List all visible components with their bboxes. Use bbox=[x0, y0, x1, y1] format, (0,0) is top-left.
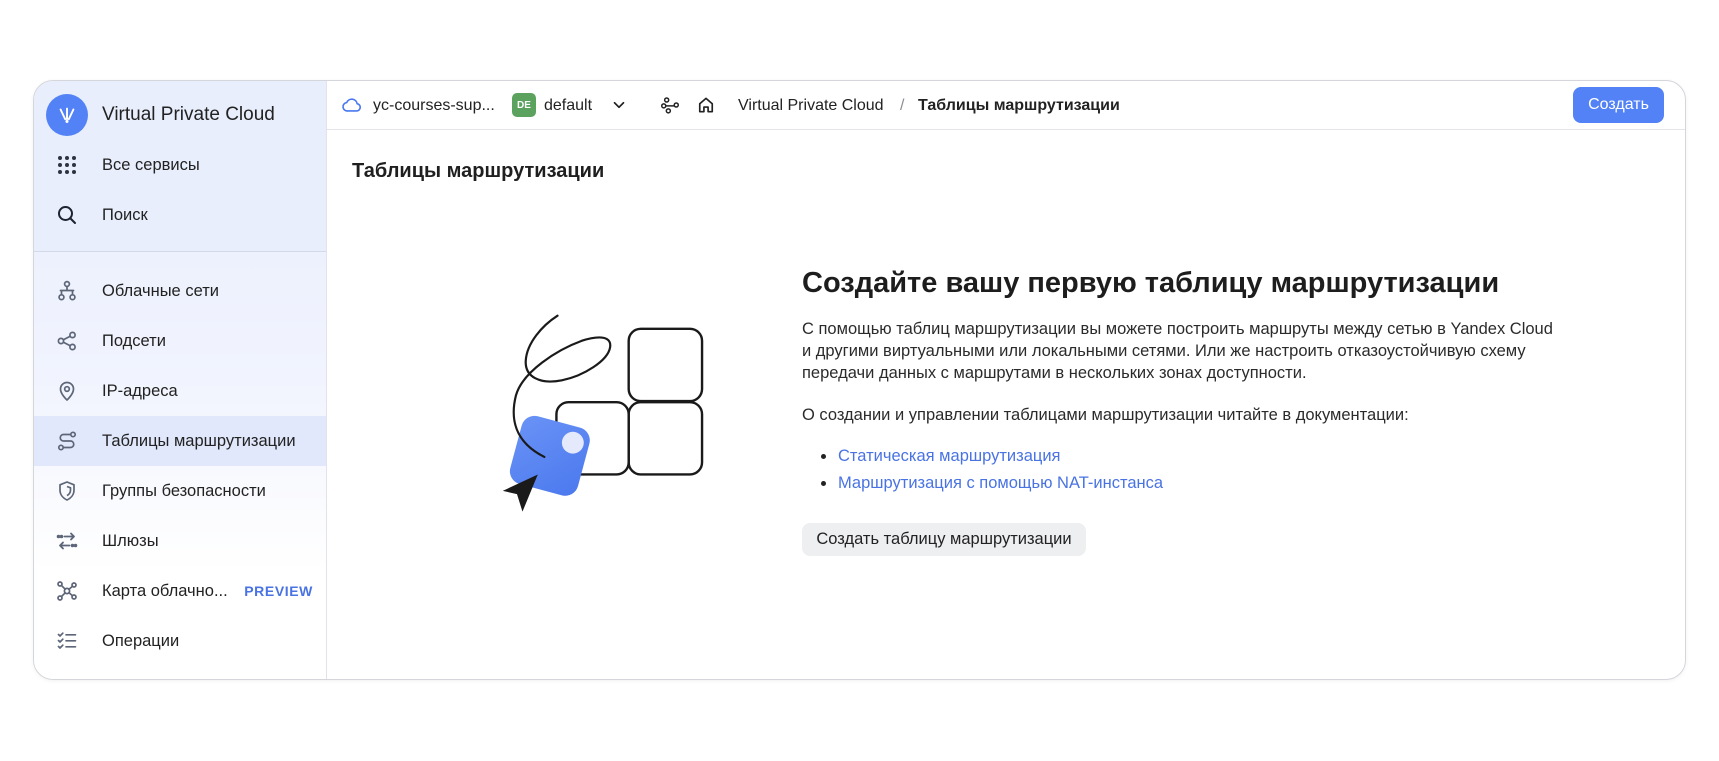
docs-intro: О создании и управлении таблицами маршру… bbox=[802, 406, 1409, 424]
nat-instance-routing-link[interactable]: Маршрутизация с помощью NAT-инстанса bbox=[838, 474, 1163, 492]
description-line: передачи данных с маршрутами в нескольки… bbox=[802, 364, 1307, 382]
cloud-map-icon bbox=[55, 579, 79, 603]
sidebar-item-gateways[interactable]: Шлюзы bbox=[34, 516, 326, 566]
sidebar-item-label: Карта облачно... bbox=[102, 581, 228, 600]
preview-badge: PREVIEW bbox=[244, 583, 313, 599]
empty-routing-illustration bbox=[502, 314, 704, 512]
sidebar-search[interactable]: Поиск bbox=[34, 190, 326, 240]
sidebar-service-header[interactable]: Virtual Private Cloud bbox=[34, 90, 326, 140]
sidebar-item-label: Облачные сети bbox=[102, 281, 219, 300]
create-route-table-button[interactable]: Создать таблицу маршрутизации bbox=[802, 523, 1086, 556]
sidebar-item-route-tables[interactable]: Таблицы маршрутизации bbox=[34, 416, 326, 466]
sidebar-item-label: Подсети bbox=[102, 331, 166, 350]
shield-icon bbox=[55, 479, 79, 503]
sidebar: Virtual Private Cloud Все сервисы Поиск bbox=[34, 81, 327, 679]
network-icon[interactable] bbox=[660, 95, 680, 115]
bullet bbox=[821, 454, 826, 459]
sidebar-all-services[interactable]: Все сервисы bbox=[34, 140, 326, 190]
home-icon[interactable] bbox=[696, 95, 716, 115]
vpc-logo-icon bbox=[46, 94, 88, 136]
sidebar-item-security-groups[interactable]: Группы безопасности bbox=[34, 466, 326, 516]
ip-address-icon bbox=[55, 379, 79, 403]
service-title: Virtual Private Cloud bbox=[102, 104, 275, 125]
cloud-selector[interactable]: yc-courses-sup... bbox=[373, 81, 495, 130]
cloud-icon[interactable] bbox=[341, 94, 363, 116]
sidebar-item-subnets[interactable]: Подсети bbox=[34, 316, 326, 366]
search-icon bbox=[55, 203, 79, 227]
console-window: Virtual Private Cloud Все сервисы Поиск bbox=[33, 80, 1686, 680]
sidebar-item-label: IP-адреса bbox=[102, 381, 178, 400]
sidebar-item-label: Операции bbox=[102, 631, 180, 650]
empty-state-heading: Создайте вашу первую таблицу маршрутизац… bbox=[802, 267, 1500, 299]
description-line: и другими виртуальными или локальными се… bbox=[802, 342, 1526, 360]
sidebar-item-cloud-map[interactable]: Карта облачно... PREVIEW bbox=[34, 566, 326, 616]
docs-links-list: Статическая маршрутизация Маршрутизация … bbox=[802, 445, 1163, 499]
sidebar-item-cloud-networks[interactable]: Облачные сети bbox=[34, 266, 326, 316]
grid-icon bbox=[55, 153, 79, 177]
folder-badge: DE bbox=[512, 93, 536, 117]
description-line: С помощью таблиц маршрутизации вы можете… bbox=[802, 320, 1553, 338]
subnets-icon bbox=[55, 329, 79, 353]
list-item: Статическая маршрутизация bbox=[802, 445, 1163, 472]
route-tables-icon bbox=[55, 429, 79, 453]
chevron-down-icon[interactable] bbox=[610, 96, 628, 114]
sidebar-item-ip-addresses[interactable]: IP-адреса bbox=[34, 366, 326, 416]
page-title: Таблицы маршрутизации bbox=[352, 160, 605, 182]
sidebar-item-label: Группы безопасности bbox=[102, 481, 266, 500]
bullet bbox=[821, 481, 826, 486]
cloud-network-icon bbox=[55, 279, 79, 303]
folder-selector[interactable]: default bbox=[544, 81, 592, 130]
sidebar-item-operations[interactable]: Операции bbox=[34, 616, 326, 666]
empty-state: Создайте вашу первую таблицу маршрутизац… bbox=[802, 81, 1622, 679]
operations-icon bbox=[55, 629, 79, 653]
static-routing-link[interactable]: Статическая маршрутизация bbox=[838, 447, 1060, 465]
sidebar-item-label: Поиск bbox=[102, 205, 148, 224]
empty-state-description: С помощью таблиц маршрутизации вы можете… bbox=[802, 318, 1553, 384]
list-item: Маршрутизация с помощью NAT-инстанса bbox=[802, 472, 1163, 499]
sidebar-item-label: Шлюзы bbox=[102, 531, 159, 550]
sidebar-item-label: Все сервисы bbox=[102, 155, 200, 174]
sidebar-item-label: Таблицы маршрутизации bbox=[102, 431, 296, 450]
gateways-icon bbox=[55, 529, 79, 553]
